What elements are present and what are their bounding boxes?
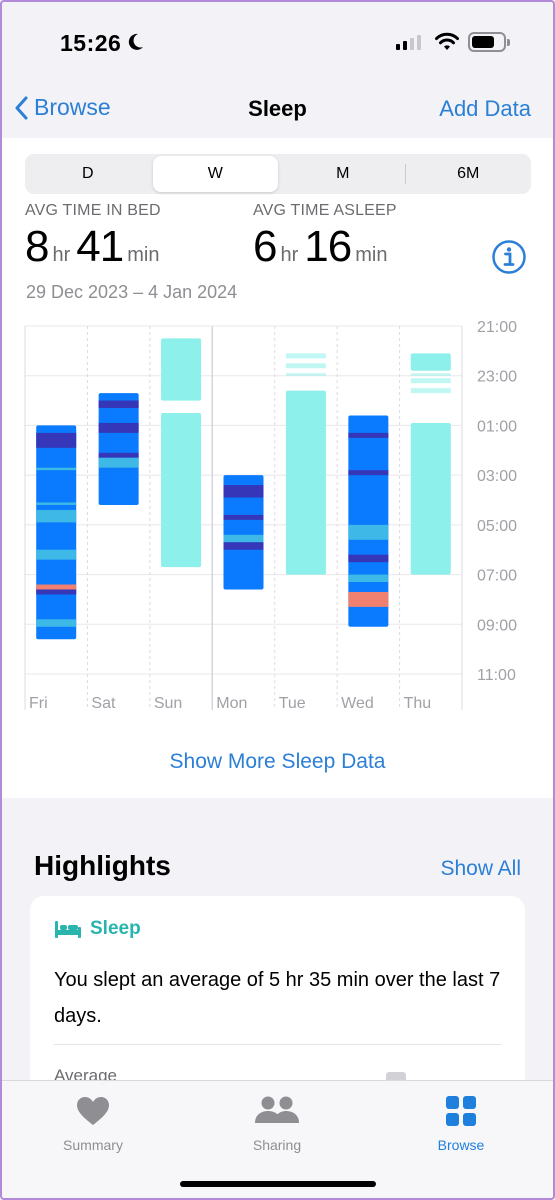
- y-tick-label: 09:00: [477, 617, 517, 634]
- avg-time-in-bed: AVG TIME IN BED 8 hr 41 min: [25, 202, 165, 272]
- bed-icon: [55, 921, 81, 938]
- sleep-stage-deep: [223, 542, 264, 550]
- sleep-stage-awake: [36, 584, 77, 590]
- sleep-stage-deep: [98, 422, 139, 433]
- sleep-stage-awake: [348, 591, 389, 607]
- sleep-stage-deep: [348, 432, 389, 438]
- time-range-segmented-control: D W M 6M: [25, 154, 531, 194]
- segment-week[interactable]: W: [152, 156, 278, 192]
- sleep-stage-rem: [36, 502, 77, 505]
- show-more-sleep-data-button[interactable]: Show More Sleep Data: [0, 750, 555, 774]
- highlight-tag: Sleep: [54, 918, 141, 940]
- in-bed-bar-tue: [285, 363, 326, 369]
- in-bed-bar-thu: [410, 388, 451, 394]
- x-tick-label: Wed: [341, 695, 374, 712]
- in-bed-bar-tue: [285, 373, 326, 376]
- sleep-stage-deep: [36, 589, 77, 595]
- sleep-stage-rem: [36, 467, 77, 471]
- wifi-icon: [435, 32, 459, 50]
- sleep-stage-deep: [348, 554, 389, 563]
- sleep-stage-rem: [36, 549, 77, 560]
- sleep-stages-chart[interactable]: 21:00 23:00 01:00 03:00 05:00 07:00 09:00 11:00…: [0, 318, 555, 718]
- sleep-stage-deep: [348, 470, 389, 476]
- in-bed-bar-thu: [410, 353, 451, 371]
- in-bed-bar-thu: [410, 422, 451, 575]
- in-bed-bar-sun: [161, 413, 202, 568]
- highlight-tag-label: Sleep: [90, 918, 141, 939]
- in-bed-hr-unit: hr: [52, 244, 71, 266]
- highlights-heading: Highlights: [34, 850, 171, 881]
- asleep-label: AVG TIME ASLEEP: [253, 202, 397, 219]
- sleep-stage-deep: [36, 432, 77, 448]
- segment-month[interactable]: M: [280, 154, 406, 194]
- asleep-min-unit: min: [355, 244, 388, 266]
- y-tick-label: 01:00: [477, 418, 517, 435]
- y-tick-label: 21:00: [477, 319, 517, 336]
- tab-summary-label: Summary: [63, 1137, 123, 1153]
- sleep-stage-rem: [98, 457, 139, 468]
- sleep-bar-sat: [98, 393, 139, 505]
- grid-icon: [446, 1096, 476, 1126]
- y-tick-label: 11:00: [477, 667, 516, 684]
- tab-summary[interactable]: Summary: [33, 1093, 153, 1153]
- battery-icon: [468, 32, 510, 52]
- x-tick-label: Fri: [29, 695, 48, 712]
- tab-browse[interactable]: Browse: [401, 1093, 521, 1153]
- tab-browse-label: Browse: [437, 1137, 485, 1153]
- in-bed-bar-tue: [285, 353, 326, 359]
- moon-icon: [128, 33, 143, 50]
- heart-icon: [77, 1097, 109, 1125]
- in-bed-bar-thu: [410, 378, 451, 384]
- in-bed-label: AVG TIME IN BED: [25, 202, 161, 219]
- navigation-bar: Browse Sleep Add Data: [0, 86, 555, 136]
- y-tick-label: 23:00: [477, 369, 517, 386]
- x-tick-label: Sat: [91, 695, 116, 712]
- asleep-minutes: 16: [304, 222, 352, 271]
- segment-six-months[interactable]: 6M: [406, 154, 532, 194]
- in-bed-min-unit: min: [127, 244, 160, 266]
- sleep-stage-rem: [348, 574, 389, 583]
- y-tick-label: 07:00: [477, 568, 517, 585]
- sleep-stage-deep: [223, 514, 264, 520]
- sleep-stage-deep: [223, 485, 264, 498]
- in-bed-bar-tue: [285, 390, 326, 575]
- asleep-hours: 6: [253, 222, 278, 271]
- y-tick-label: 03:00: [477, 468, 517, 485]
- divider: [54, 1044, 501, 1045]
- sleep-stage-deep: [98, 400, 139, 409]
- sleep-stage-rem: [348, 524, 389, 540]
- x-tick-label: Sun: [154, 695, 182, 712]
- info-icon[interactable]: [491, 239, 527, 275]
- highlight-text: You slept an average of 5 hr 35 min over…: [54, 969, 501, 1027]
- in-bed-bar-thu: [410, 373, 451, 376]
- segment-day[interactable]: D: [25, 154, 151, 194]
- avg-time-asleep: AVG TIME ASLEEP 6 hr 16 min: [253, 202, 397, 272]
- people-icon: [255, 1096, 299, 1123]
- tab-sharing-label: Sharing: [252, 1137, 302, 1153]
- sleep-summary-card: D W M 6M AVG TIME IN BED 8 hr 41 min AVG…: [0, 138, 555, 798]
- x-tick-label: Tue: [279, 695, 306, 712]
- show-all-button[interactable]: Show All: [440, 857, 521, 881]
- y-tick-label: 05:00: [477, 518, 517, 535]
- status-bar: 15:26: [0, 0, 555, 86]
- sleep-stage-rem: [223, 534, 264, 543]
- x-tick-label: Thu: [404, 695, 432, 712]
- sleep-stage-rem: [36, 509, 77, 523]
- x-tick-label: Mon: [216, 695, 247, 712]
- status-time: 15:26: [60, 30, 122, 56]
- asleep-hr-unit: hr: [280, 244, 299, 266]
- add-data-button[interactable]: Add Data: [439, 96, 531, 122]
- sleep-bar-fri: [36, 425, 77, 640]
- home-indicator: [180, 1181, 376, 1187]
- in-bed-minutes: 41: [76, 222, 124, 271]
- tab-sharing[interactable]: Sharing: [217, 1093, 337, 1153]
- cellular-signal-icon: [396, 34, 421, 50]
- sleep-stage-deep: [98, 452, 139, 458]
- in-bed-hours: 8: [25, 222, 50, 271]
- sleep-stage-rem: [36, 619, 77, 627]
- in-bed-bar-sun: [161, 338, 202, 401]
- date-range: 29 Dec 2023 – 4 Jan 2024: [26, 282, 238, 302]
